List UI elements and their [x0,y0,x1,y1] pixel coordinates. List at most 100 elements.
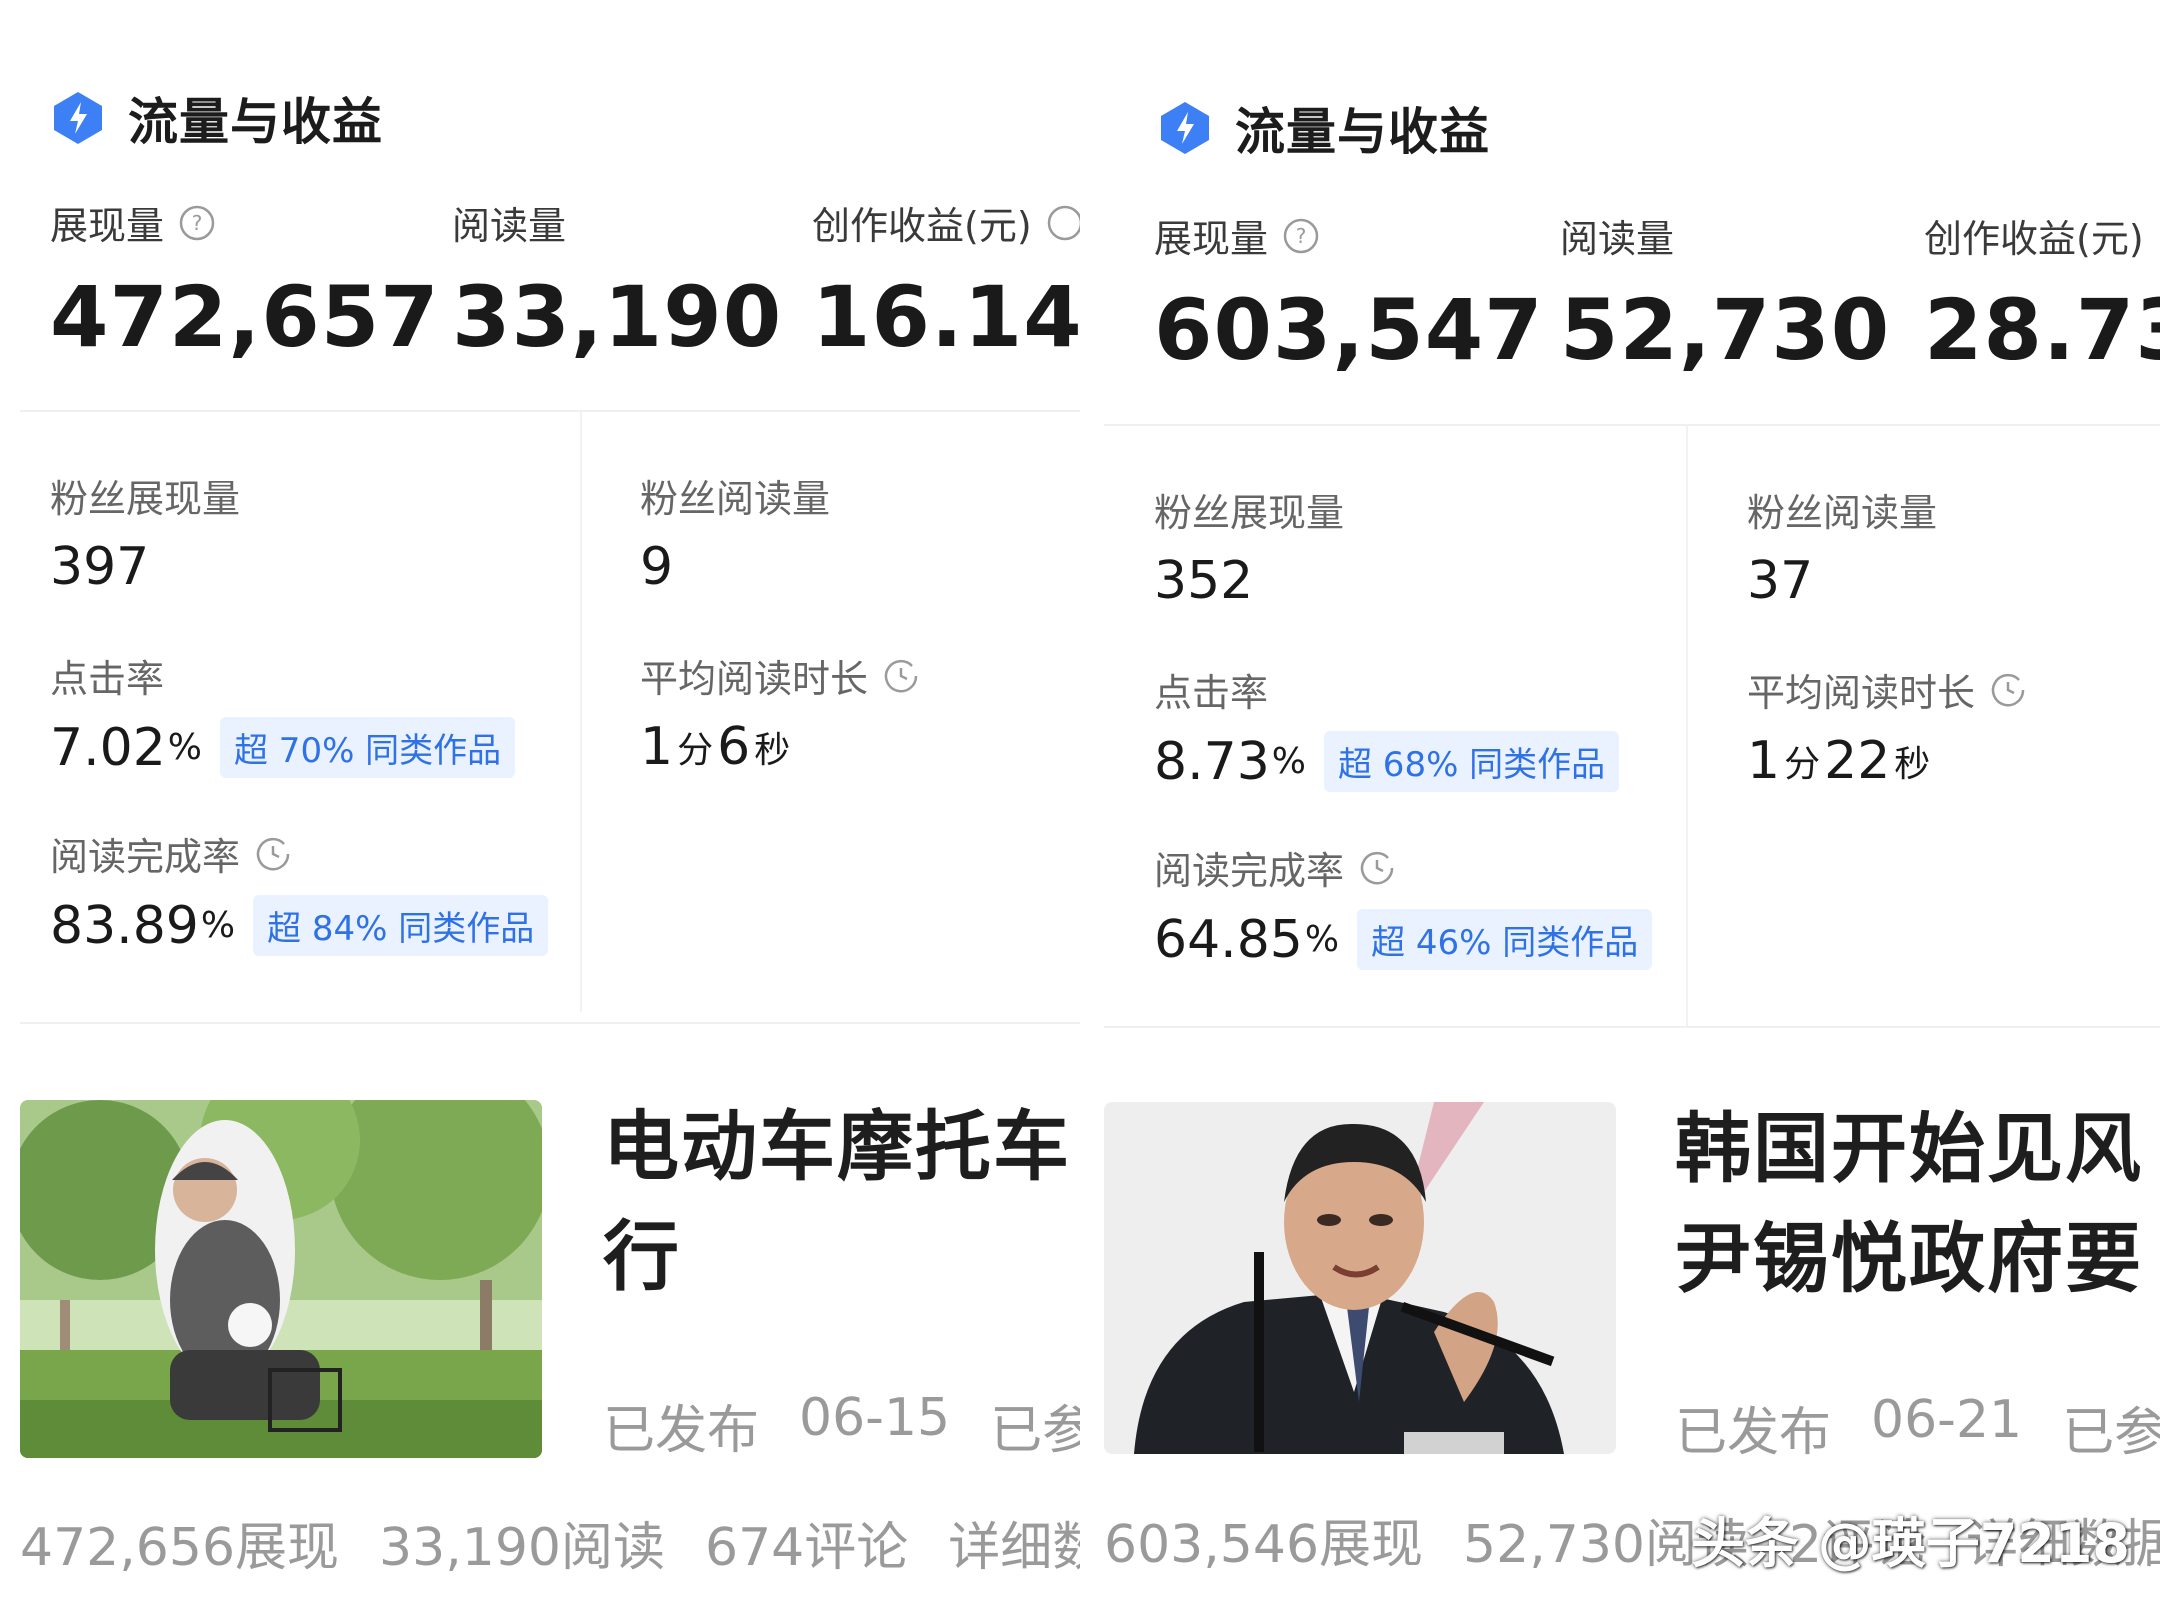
fan-impressions-value: 397 [50,537,150,597]
fan-impressions-value: 352 [1154,551,1254,611]
avg-read-time-label: 平均阅读时长 [640,657,869,701]
article-impressions: 603,546展现 [1104,1515,1424,1575]
earnings-value: 28.73 [1924,281,2160,379]
divider [1104,1026,2160,1028]
article-date: 06-21 [1871,1390,2023,1450]
earnings-label: 创作收益(元) [812,204,1032,248]
ctr-badge: 超 68% 同类作品 [1324,731,1620,792]
ctr-value: 7.02 [50,717,166,778]
divider [580,412,582,1012]
completion-badge: 超 46% 同类作品 [1357,909,1653,970]
impressions-metric[interactable]: 展现量 ? 603,547 [1154,208,1544,379]
article-title[interactable]: 韩国开始见风 尹锡悦政府要 [1675,1094,2143,1314]
fan-reads-label: 粉丝阅读量 [640,477,831,521]
ctr-label: 点击率 [1154,671,1269,715]
details-link[interactable]: 详细数 [948,1505,1080,1580]
avg-read-sec-unit: 秒 [754,730,791,771]
impressions-label: 展现量 [50,204,165,248]
article-stats: 472,656展现 33,190阅读 674评论 详细数 [20,1505,1080,1580]
clock-icon[interactable] [1358,849,1396,887]
reads-label: 阅读量 [452,204,567,248]
section-header: 流量与收益 [50,82,383,154]
earnings-label: 创作收益(元) [1924,217,2144,261]
clock-icon[interactable] [882,657,920,695]
impressions-value: 472,657 [50,268,440,366]
clock-icon[interactable] [254,835,292,873]
completion-stat: 阅读完成率 64.85 % 超 46% 同类作品 [1154,840,1653,970]
section-title: 流量与收益 [128,93,383,151]
ctr-stat: 点击率 7.02 % 超 70% 同类作品 [50,648,516,778]
help-icon[interactable] [1046,204,1080,242]
divider [20,1022,1080,1024]
completion-label: 阅读完成率 [50,835,241,879]
article-title-line: 尹锡悦政府要 [1675,1214,2143,1303]
help-icon[interactable]: ? [1282,217,1320,255]
avg-read-sec-unit: 秒 [1894,744,1931,785]
avg-read-sec: 6 [717,717,751,777]
stats-panel-left: 流量与收益 展现量 ? 472,657 阅读量 33,190 创作收益(元) 1… [0,0,1080,1620]
ctr-badge: 超 70% 同类作品 [220,717,516,778]
lightning-bolt-icon [1161,102,1209,154]
article-title-line: 韩国开始见风 [1675,1104,2143,1193]
fan-reads-stat: 粉丝阅读量 9 [640,468,830,597]
article-title[interactable]: 电动车摩托车 行 [603,1092,1071,1312]
divider [1104,424,2160,426]
earnings-metric[interactable]: 创作收益(元) 28.73 [1924,208,2160,379]
article-title-line: 行 [603,1212,681,1301]
clock-icon[interactable] [1989,671,2027,709]
completion-value: 64.85 [1154,909,1303,970]
article-meta: 已发布 06-15 已参 [603,1388,1080,1463]
completion-unit: % [200,905,236,946]
divider [1686,426,1688,1026]
completion-stat: 阅读完成率 83.89 % 超 84% 同类作品 [50,826,549,956]
fan-reads-value: 37 [1747,551,1814,611]
article-title-line: 电动车摩托车 [603,1102,1071,1191]
avg-read-time-stat: 平均阅读时长 1 分 6 秒 [640,648,920,777]
article-status-extra: 已参 [2062,1403,2160,1463]
article-thumbnail[interactable] [20,1100,542,1458]
fan-impressions-stat: 粉丝展现量 397 [50,468,240,597]
ctr-label: 点击率 [50,657,165,701]
avg-read-min-unit: 分 [677,730,714,771]
impressions-metric[interactable]: 展现量 ? 472,657 [50,195,440,366]
article-status: 已发布 [603,1401,760,1461]
fan-reads-value: 9 [640,537,674,597]
article-comments: 674评论 [705,1518,909,1578]
section-header: 流量与收益 [1157,92,1490,164]
watermark: 头条 @瑛子7218 [1690,1512,2130,1575]
article-thumbnail[interactable] [1104,1102,1616,1454]
completion-value: 83.89 [50,895,199,956]
ctr-unit: % [1271,741,1306,782]
article-date: 06-15 [799,1388,951,1448]
help-icon[interactable]: ? [178,204,216,242]
avg-read-min-unit: 分 [1784,744,1821,785]
reads-value: 52,730 [1560,281,1891,379]
ctr-value: 8.73 [1154,731,1270,792]
reads-label: 阅读量 [1560,217,1675,261]
fan-impressions-label: 粉丝展现量 [50,477,241,521]
ctr-stat: 点击率 8.73 % 超 68% 同类作品 [1154,662,1620,792]
ctr-unit: % [167,727,202,768]
earnings-metric[interactable]: 创作收益(元) 16.14 [812,195,1080,366]
completion-label: 阅读完成率 [1154,849,1345,893]
avg-read-sec: 22 [1824,731,1891,791]
impressions-value: 603,547 [1154,281,1544,379]
fan-reads-label: 粉丝阅读量 [1747,491,1938,535]
divider [20,410,1080,412]
impressions-label: 展现量 [1154,217,1269,261]
fan-reads-stat: 粉丝阅读量 37 [1747,482,1937,611]
reads-metric[interactable]: 阅读量 33,190 [452,195,782,366]
svg-text:?: ? [1296,224,1307,248]
stats-panel-right: 流量与收益 展现量 ? 603,547 阅读量 52,730 创作收益(元) 2… [1104,0,2160,1620]
reads-metric[interactable]: 阅读量 52,730 [1560,208,1890,379]
article-impressions: 472,656展现 [20,1518,340,1578]
completion-badge: 超 84% 同类作品 [253,895,549,956]
earnings-value: 16.14 [812,268,1080,366]
fan-impressions-label: 粉丝展现量 [1154,491,1345,535]
article-status-extra: 已参 [990,1401,1080,1461]
article-status: 已发布 [1675,1403,1832,1463]
avg-read-time-stat: 平均阅读时长 1 分 22 秒 [1747,662,2027,791]
avg-read-time-label: 平均阅读时长 [1747,671,1976,715]
avg-read-min: 1 [640,717,674,777]
section-title: 流量与收益 [1235,103,1490,161]
